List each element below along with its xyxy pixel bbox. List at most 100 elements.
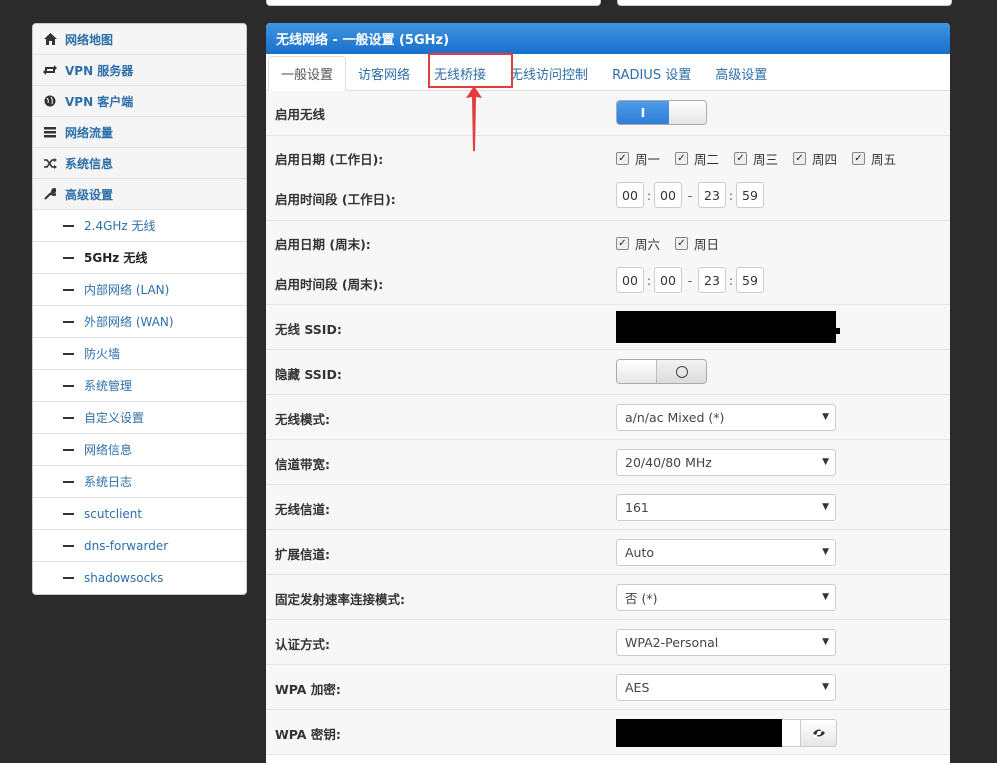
weekend-end-minute[interactable]: 59 (736, 267, 764, 293)
globe-icon (43, 94, 57, 108)
bandwidth-select[interactable]: 20/40/80 MHz ▼ (616, 449, 836, 476)
wpa-enc-label: WPA 加密: (275, 682, 341, 697)
sidebar-item-vpn-server[interactable]: VPN 服务器 (33, 55, 246, 86)
sidebar-subitem-5ghz[interactable]: 5GHz 无线 (33, 242, 246, 274)
select-value: a/n/ac Mixed (*) (625, 410, 725, 425)
sidebar-item-system-info[interactable]: 系统信息 (33, 148, 246, 179)
checkbox-sun[interactable]: ✓ 周日 (675, 234, 719, 253)
shuffle-icon (43, 156, 57, 170)
top-box-left (266, 0, 601, 6)
weekend-start-minute[interactable]: 00 (654, 267, 682, 293)
row-bandwidth: 信道带宽: 20/40/80 MHz ▼ (266, 440, 950, 485)
auth-select[interactable]: WPA2-Personal ▼ (616, 629, 836, 656)
ext-channel-select[interactable]: Auto ▼ (616, 539, 836, 566)
checkbox-tue[interactable]: ✓ 周二 (675, 149, 719, 168)
sidebar: 网络地图 VPN 服务器 VPN 客户端 网络流量 系统信息 高级设置 2.4G… (32, 23, 247, 595)
checkbox-mon[interactable]: ✓ 周一 (616, 149, 660, 168)
sidebar-subitem-label: 2.4GHz 无线 (84, 219, 156, 233)
tab-guest[interactable]: 访客网络 (346, 56, 422, 90)
tab-access-control[interactable]: 无线访问控制 (498, 56, 600, 90)
weekend-start-hour[interactable]: 00 (616, 267, 644, 293)
checkbox-checked-icon: ✓ (793, 152, 806, 165)
weekday-end-hour[interactable]: 23 (698, 182, 726, 208)
wireless-mode-select[interactable]: a/n/ac Mixed (*) ▼ (616, 404, 836, 431)
weekday-checkbox-group: ✓ 周一 ✓ 周二 ✓ 周三 ✓ 周四 ✓ 周五 (616, 149, 907, 168)
sidebar-subitem-label: shadowsocks (84, 571, 164, 585)
sidebar-subitem-custom[interactable]: 自定义设置 (33, 402, 246, 434)
checkbox-wed[interactable]: ✓ 周三 (734, 149, 778, 168)
weekend-checkbox-group: ✓ 周六 ✓ 周日 (616, 234, 730, 253)
ext-channel-label: 扩展信道: (275, 547, 330, 562)
sidebar-subitem-firewall[interactable]: 防火墙 (33, 338, 246, 370)
sidebar-item-label: VPN 客户端 (65, 94, 134, 109)
row-wireless-mode: 无线模式: a/n/ac Mixed (*) ▼ (266, 395, 950, 440)
day-label: 周一 (635, 152, 661, 167)
top-box-right (617, 0, 952, 6)
time-separator: : (646, 187, 652, 203)
weekday-start-minute[interactable]: 00 (654, 182, 682, 208)
select-value: 20/40/80 MHz (625, 455, 712, 470)
caret-down-icon: ▼ (822, 592, 829, 602)
weekend-time-label: 启用时间段 (周末): (275, 277, 384, 292)
ssid-input[interactable] (616, 311, 840, 343)
weekday-end-minute[interactable]: 59 (736, 182, 764, 208)
circle-icon (675, 365, 688, 378)
weekday-time-label: 启用时间段 (工作日): (275, 192, 396, 207)
tab-general[interactable]: 一般设置 (268, 56, 347, 91)
sidebar-item-network-map[interactable]: 网络地图 (33, 24, 246, 55)
row-enable-wireless: 启用无线 I (266, 91, 950, 136)
sidebar-subitem-dns-forwarder[interactable]: dns-forwarder (33, 530, 246, 562)
sidebar-subitem-label: 防火墙 (84, 347, 121, 361)
sidebar-subitem-label: 系统日志 (84, 475, 133, 489)
hide-ssid-toggle[interactable] (616, 359, 707, 384)
sidebar-subitem-24ghz[interactable]: 2.4GHz 无线 (33, 210, 246, 242)
wpa-key-input[interactable] (616, 719, 837, 747)
enable-wireless-toggle[interactable]: I (616, 100, 707, 125)
checkbox-fri[interactable]: ✓ 周五 (852, 149, 896, 168)
row-wpa-key: WPA 密钥: (266, 710, 950, 755)
sidebar-subitem-scutclient[interactable]: scutclient (33, 498, 246, 530)
channel-select[interactable]: 161 ▼ (616, 494, 836, 521)
ssid-redaction (616, 311, 836, 343)
toggle-off-indicator (657, 360, 706, 383)
wpa-key-label: WPA 密钥: (275, 727, 341, 742)
sidebar-subitem-shadowsocks[interactable]: shadowsocks (33, 562, 246, 594)
weekend-days-label: 启用日期 (周末): (275, 237, 371, 252)
wpa-enc-select[interactable]: AES ▼ (616, 674, 836, 701)
tab-radius[interactable]: RADIUS 设置 (600, 56, 703, 90)
weekend-end-hour[interactable]: 23 (698, 267, 726, 293)
fixed-rate-select[interactable]: 否 (*) ▼ (616, 584, 836, 611)
tab-advanced[interactable]: 高级设置 (703, 56, 779, 90)
dash-icon (63, 577, 74, 579)
annotation-highlight-box (428, 53, 513, 88)
sidebar-item-vpn-client[interactable]: VPN 客户端 (33, 86, 246, 117)
sidebar-subitem-wan[interactable]: 外部网络 (WAN) (33, 306, 246, 338)
sidebar-subitem-label: 网络信息 (84, 443, 133, 457)
dash-icon (63, 544, 74, 547)
sidebar-subitem-label: dns-forwarder (84, 538, 169, 553)
checkbox-sat[interactable]: ✓ 周六 (616, 234, 660, 253)
day-label: 周三 (753, 152, 779, 167)
row-hide-ssid: 隐藏 SSID: (266, 350, 950, 395)
weekday-start-hour[interactable]: 00 (616, 182, 644, 208)
sidebar-subitem-label: 内部网络 (LAN) (84, 283, 170, 297)
sidebar-subitem-syslog[interactable]: 系统日志 (33, 466, 246, 498)
sidebar-subitem-lan[interactable]: 内部网络 (LAN) (33, 274, 246, 306)
sidebar-subitem-label: scutclient (84, 506, 143, 521)
checkbox-thu[interactable]: ✓ 周四 (793, 149, 837, 168)
checkbox-checked-icon: ✓ (616, 152, 629, 165)
dash-icon (63, 512, 74, 515)
sidebar-subitem-admin[interactable]: 系统管理 (33, 370, 246, 402)
sidebar-item-advanced[interactable]: 高级设置 (33, 179, 246, 210)
sidebar-item-traffic[interactable]: 网络流量 (33, 117, 246, 148)
time-separator: : (728, 187, 734, 203)
show-password-button[interactable] (800, 719, 837, 747)
dash-icon (63, 480, 74, 483)
sidebar-item-label: 网络流量 (65, 125, 114, 140)
toggle-left-side (617, 360, 657, 383)
sidebar-subitem-netinfo[interactable]: 网络信息 (33, 434, 246, 466)
checkbox-checked-icon: ✓ (734, 152, 747, 165)
eye-slash-icon (812, 728, 825, 738)
select-value: 否 (*) (625, 591, 658, 606)
day-label: 周日 (694, 237, 720, 252)
